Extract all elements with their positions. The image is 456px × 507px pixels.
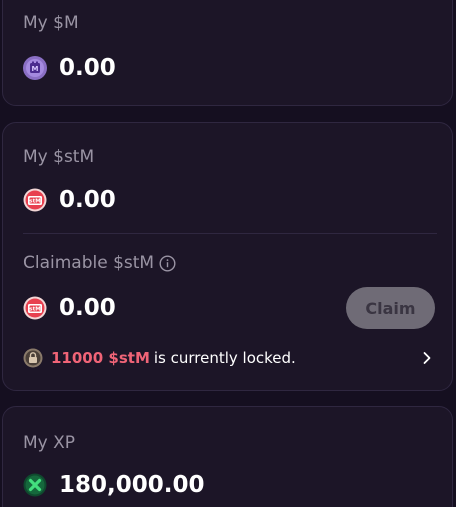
- my-stm-value-row: stM 0.00: [23, 185, 116, 215]
- my-xp-value-row: 180,000.00: [23, 470, 205, 500]
- locked-amount: 11000 $stM: [51, 349, 150, 367]
- my-xp-card: My XP 180,000.00: [2, 406, 453, 507]
- locked-text: is currently locked.: [153, 349, 296, 367]
- xp-icon: [23, 473, 47, 497]
- stm-token-icon: stM: [23, 296, 47, 320]
- info-icon[interactable]: [159, 254, 176, 272]
- svg-text:stM: stM: [29, 307, 40, 313]
- claimable-stm-value: 0.00: [59, 295, 116, 321]
- my-stm-card: My $stM stM 0.00 Claimable $stM stM 0.00…: [2, 122, 453, 391]
- claimable-stm-value-row: stM 0.00: [23, 293, 116, 323]
- my-m-label: My $M: [23, 13, 79, 33]
- my-m-value: 0.00: [59, 55, 116, 81]
- my-xp-value: 180,000.00: [59, 472, 205, 498]
- my-stm-label: My $stM: [23, 147, 95, 167]
- my-m-value-row: M 0.00: [23, 53, 116, 83]
- chevron-right-icon[interactable]: [420, 351, 434, 365]
- my-m-card: My $M M 0.00: [2, 0, 453, 106]
- svg-text:stM: stM: [29, 199, 40, 205]
- stm-token-icon: stM: [23, 188, 47, 212]
- locked-notice[interactable]: 11000 $stM is currently locked.: [23, 345, 434, 371]
- m-token-icon: M: [23, 56, 47, 80]
- my-stm-value: 0.00: [59, 187, 116, 213]
- claim-button[interactable]: Claim: [346, 287, 435, 329]
- page: My $M M 0.00 My $stM stM 0.00 Claimable …: [0, 0, 456, 507]
- claimable-stm-label: Claimable $stM: [23, 253, 155, 273]
- lock-icon: [23, 348, 43, 368]
- svg-text:M: M: [32, 65, 39, 73]
- claimable-stm-label-row: Claimable $stM: [23, 253, 176, 273]
- my-xp-label: My XP: [23, 433, 76, 453]
- divider: [23, 233, 437, 234]
